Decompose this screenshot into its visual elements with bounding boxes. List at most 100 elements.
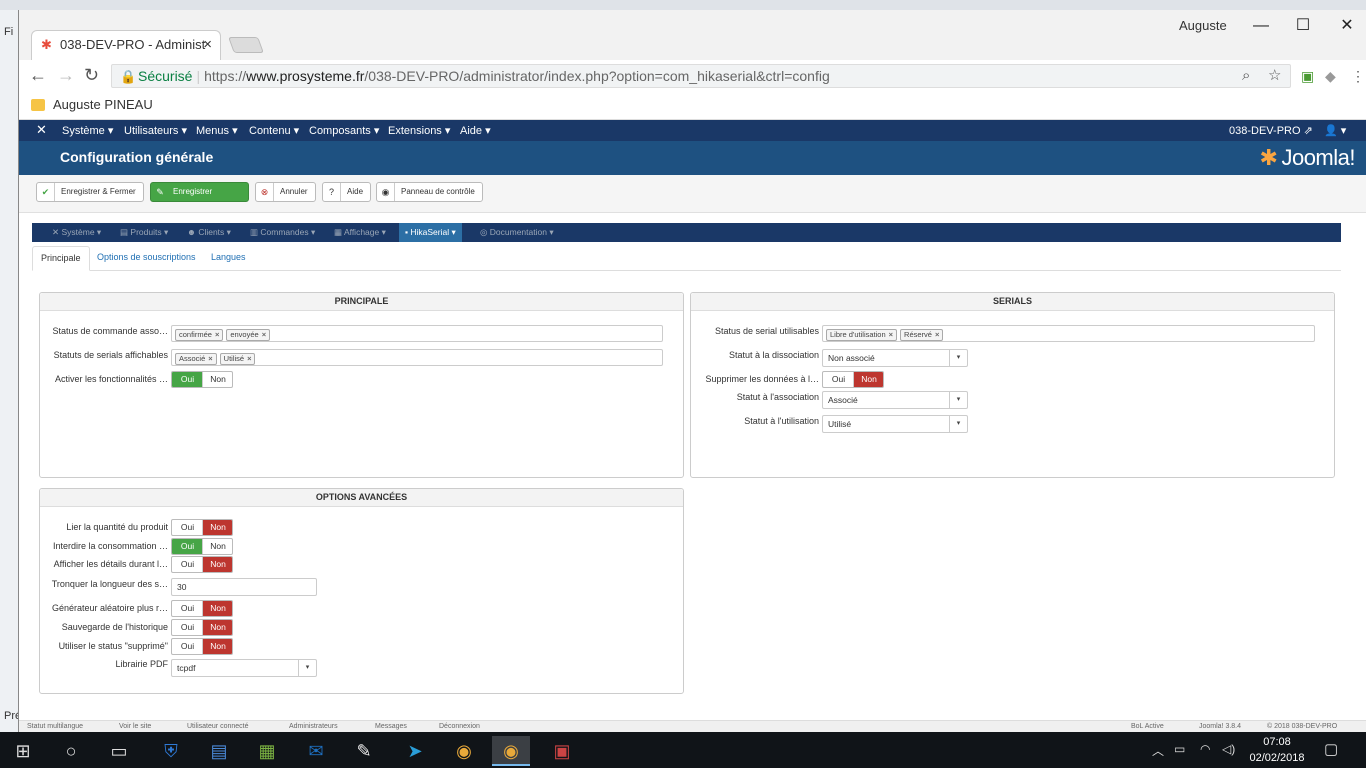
adv-toggle-0[interactable]: Oui Non (171, 519, 233, 536)
windows-start-icon[interactable]: ⊞ (4, 736, 42, 766)
help-button[interactable]: ? Aide (322, 182, 372, 202)
status-admins[interactable]: Administrateurs (289, 723, 338, 730)
close-tab-icon[interactable]: × (203, 36, 212, 53)
tab-languages[interactable]: Langues (203, 246, 254, 271)
no-option[interactable]: Non (202, 601, 232, 616)
yes-option[interactable]: Oui (823, 372, 854, 387)
chrome-menu-icon[interactable]: ⋮ (1351, 68, 1366, 84)
bookmark-item[interactable]: Auguste PINEAU (53, 97, 153, 112)
adv-toggle-2[interactable]: Oui Non (171, 556, 233, 573)
extension-monitor-icon[interactable]: ▣ (1301, 68, 1317, 84)
app-studio-icon[interactable]: ▣ (543, 736, 581, 766)
extension-shield-icon[interactable]: ◆ (1325, 68, 1341, 84)
url-field[interactable]: 🔒 Sécurisé | https://www.prosysteme.fr/038… (111, 64, 1291, 88)
adv-toggle-3[interactable]: Oui Non (171, 600, 233, 617)
hika-nav-system[interactable]: ✕ Système ▾ (52, 227, 101, 238)
status-messages[interactable]: Messages (375, 723, 407, 730)
chip-confirmee[interactable]: confirmée × (175, 329, 224, 341)
adv-toggle-4[interactable]: Oui Non (171, 619, 233, 636)
no-option[interactable]: Non (202, 557, 232, 572)
defender-icon[interactable]: ⛨ (152, 736, 190, 766)
yes-option[interactable]: Oui (172, 520, 203, 535)
battery-icon[interactable]: ▭ (1174, 742, 1185, 756)
outlook-icon[interactable]: ✉ (297, 736, 335, 766)
chip-envoyee[interactable]: envoyée × (226, 329, 271, 341)
joomla-logo-icon[interactable]: ✕ (36, 122, 47, 138)
tab-subscriptions[interactable]: Options de souscriptions (89, 246, 204, 271)
menu-components[interactable]: Composants ▾ (309, 124, 379, 137)
notifications-icon[interactable]: ▢ (1324, 740, 1338, 758)
hika-nav-documentation[interactable]: ◎ Documentation ▾ (480, 227, 554, 238)
tab-principale[interactable]: Principale (32, 246, 90, 271)
chip-associe[interactable]: Associé × (175, 353, 217, 365)
usable-field[interactable]: Libre d'utilisation × Réservé × (822, 325, 1315, 342)
menu-extensions[interactable]: Extensions ▾ (388, 124, 450, 137)
adv-toggle-5[interactable]: Oui Non (171, 638, 233, 655)
app-notes-icon[interactable]: ▦ (248, 736, 286, 766)
clock[interactable]: 07:08 02/02/2018 (1246, 734, 1308, 766)
hika-nav-display[interactable]: ▦ Affichage ▾ (334, 227, 386, 238)
chrome-icon[interactable]: ◉ (445, 736, 483, 766)
status-view-site[interactable]: Voir le site (119, 723, 151, 730)
menu-content[interactable]: Contenu ▾ (249, 124, 299, 137)
wifi-icon[interactable]: ◠ (1200, 742, 1210, 756)
no-option[interactable]: Non (853, 372, 883, 387)
minimize-icon[interactable]: — (1241, 14, 1281, 38)
cancel-button[interactable]: ⊗ Annuler (255, 182, 316, 202)
adv-toggle-1[interactable]: Oui Non (171, 538, 233, 555)
save-close-button[interactable]: ✔ Enregistrer & Fermer (36, 182, 144, 202)
yes-option[interactable]: Oui (172, 372, 203, 387)
reload-icon[interactable]: ↻ (84, 65, 99, 86)
yes-option[interactable]: Oui (172, 557, 203, 572)
zoom-icon[interactable]: ⌕ (1242, 65, 1250, 87)
hika-nav-hikaserial[interactable]: ▪ HikaSerial ▾ (399, 223, 462, 242)
no-option[interactable]: Non (202, 539, 232, 554)
assoc-select[interactable]: Associé ▾ (822, 391, 968, 409)
chip-reserve[interactable]: Réservé × (900, 329, 944, 341)
window-user[interactable]: Auguste (1179, 18, 1227, 33)
app-editor-icon[interactable]: ✎ (345, 736, 383, 766)
app-computer-icon[interactable]: ▤ (200, 736, 238, 766)
use-select[interactable]: Utilisé ▾ (822, 415, 968, 433)
hika-nav-orders[interactable]: ▥ Commandes ▾ (250, 227, 315, 238)
menu-users[interactable]: Utilisateurs ▾ (124, 124, 187, 137)
site-link[interactable]: 038-DEV-PRO ⇗ (1229, 124, 1313, 137)
task-view-icon[interactable]: ▭ (100, 736, 138, 766)
close-window-icon[interactable]: ✕ (1327, 14, 1366, 38)
yes-option[interactable]: Oui (172, 620, 203, 635)
truncate-input[interactable]: 30 (171, 578, 317, 596)
back-icon[interactable]: ← (29, 65, 47, 86)
search-icon[interactable]: ○ (52, 736, 90, 766)
no-option[interactable]: Non (202, 372, 232, 387)
activate-toggle[interactable]: Oui Non (171, 371, 233, 388)
control-panel-button[interactable]: ◉ Panneau de contrôle (376, 182, 483, 202)
status-users-online[interactable]: Utilisateur connecté (187, 723, 248, 730)
new-tab-button[interactable] (228, 37, 264, 53)
status-logout[interactable]: Déconnexion (439, 723, 480, 730)
yes-option[interactable]: Oui (172, 539, 203, 554)
yes-option[interactable]: Oui (172, 639, 203, 654)
no-option[interactable]: Non (202, 639, 232, 654)
maximize-icon[interactable]: ☐ (1283, 14, 1323, 38)
hika-nav-products[interactable]: ▤ Produits ▾ (120, 227, 168, 238)
telegram-icon[interactable]: ➤ (396, 736, 434, 766)
menu-menus[interactable]: Menus ▾ (196, 124, 238, 137)
delete-data-toggle[interactable]: Oui Non (822, 371, 884, 388)
displayable-field[interactable]: Associé × Utilisé × (171, 349, 663, 366)
yes-option[interactable]: Oui (172, 601, 203, 616)
pdf-select[interactable]: tcpdf ▾ (171, 659, 317, 677)
browser-tab[interactable]: ✱ 038-DEV-PRO - Administ × (31, 30, 221, 60)
chrome-active-icon[interactable]: ◉ (492, 736, 530, 766)
hika-nav-customers[interactable]: ☻ Clients ▾ (187, 227, 231, 238)
user-menu-icon[interactable]: 👤 ▾ (1324, 124, 1346, 137)
tray-chevron-icon[interactable]: ︿ (1152, 742, 1164, 759)
order-status-field[interactable]: confirmée × envoyée × (171, 325, 663, 342)
menu-system[interactable]: Système ▾ (62, 124, 113, 137)
save-button[interactable]: ✎ Enregistrer (150, 182, 249, 202)
chip-utilise[interactable]: Utilisé × (219, 353, 256, 365)
no-option[interactable]: Non (202, 620, 232, 635)
no-option[interactable]: Non (202, 520, 232, 535)
status-multilang[interactable]: Statut multilangue (27, 723, 83, 730)
star-icon[interactable]: ☆ (1268, 65, 1281, 87)
volume-icon[interactable]: ◁) (1222, 742, 1235, 756)
